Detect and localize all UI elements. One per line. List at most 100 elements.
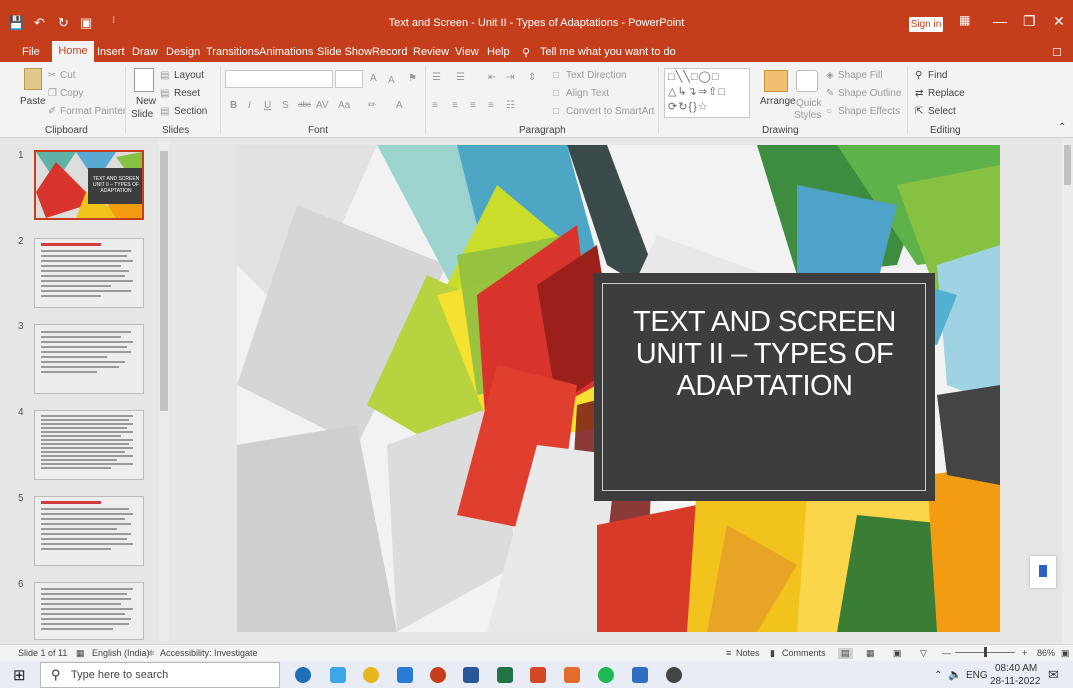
copy-button[interactable]: Copy xyxy=(60,88,83,99)
zoom-out-button[interactable]: — xyxy=(942,648,951,658)
line-spacing-icon[interactable]: ⇕ xyxy=(528,72,536,83)
underline-button[interactable]: U xyxy=(264,100,271,111)
chrome-icon[interactable] xyxy=(363,667,379,683)
zoom-in-button[interactable]: + xyxy=(1022,648,1027,658)
new-slide-icon[interactable] xyxy=(134,68,154,92)
replace-button[interactable]: Replace xyxy=(928,88,965,99)
slide-title[interactable]: TEXT AND SCREEN UNIT II – TYPES OF ADAPT… xyxy=(594,306,935,402)
office-icon[interactable] xyxy=(530,667,546,683)
find-button[interactable]: Find xyxy=(928,70,947,81)
section-button[interactable]: Section xyxy=(174,106,207,117)
format-painter-button[interactable]: Format Painter xyxy=(60,106,126,117)
slide-scrollbar-thumb[interactable] xyxy=(1064,145,1071,185)
cortana-icon[interactable] xyxy=(295,667,311,683)
clock-time[interactable]: 08:40 AM xyxy=(995,663,1037,674)
quick-styles-button[interactable]: Quick xyxy=(796,98,822,109)
cut-button[interactable]: Cut xyxy=(60,70,76,81)
tab-slide-show[interactable]: Slide Show xyxy=(317,46,372,58)
italic-button[interactable]: I xyxy=(248,100,251,111)
grow-font-button[interactable]: A xyxy=(370,73,377,84)
powerpoint-icon[interactable] xyxy=(430,667,446,683)
shape-fill-button[interactable]: Shape Fill xyxy=(838,70,882,81)
thumbnail-slide-3[interactable] xyxy=(34,324,144,394)
shape-effects-button[interactable]: Shape Effects xyxy=(838,106,900,117)
photos-icon[interactable] xyxy=(632,667,648,683)
tab-home[interactable]: Home xyxy=(52,41,94,62)
tab-record[interactable]: Record xyxy=(372,46,407,58)
new-slide-button[interactable]: New xyxy=(136,96,156,107)
zoom-level[interactable]: 86% xyxy=(1037,648,1055,658)
change-case-button[interactable]: Aa xyxy=(338,100,350,111)
layout-button[interactable]: Layout xyxy=(174,70,204,81)
comments-icon[interactable]: ☐ xyxy=(1052,46,1062,59)
arrange-button[interactable]: Arrange xyxy=(760,96,796,107)
comments-button[interactable]: Comments xyxy=(782,648,826,658)
minimize-icon[interactable]: — xyxy=(993,13,1007,29)
zoom-slider-handle[interactable] xyxy=(984,647,987,657)
files-icon[interactable] xyxy=(564,667,580,683)
reading-view-icon[interactable]: ▣ xyxy=(893,648,902,659)
tab-animations[interactable]: Animations xyxy=(259,46,313,58)
tab-transitions[interactable]: Transitions xyxy=(206,46,259,58)
align-center-icon[interactable]: ≡ xyxy=(452,100,458,111)
camera-icon[interactable] xyxy=(397,667,413,683)
normal-view-icon[interactable]: ▤ xyxy=(838,648,853,659)
slideshow-view-icon[interactable]: ▽ xyxy=(920,648,927,659)
notification-icon[interactable]: ✉ xyxy=(1048,667,1059,683)
thumbnail-slide-4[interactable] xyxy=(34,410,144,480)
text-direction-button[interactable]: Text Direction xyxy=(566,70,627,81)
quick-styles-button-2[interactable]: Styles xyxy=(794,110,821,121)
justify-icon[interactable]: ≡ xyxy=(488,100,494,111)
shadow-button[interactable]: S xyxy=(282,100,289,111)
indent-icon[interactable]: ⇤ xyxy=(488,72,496,83)
select-button[interactable]: Select xyxy=(928,106,956,117)
font-color-icon[interactable]: A xyxy=(396,100,403,111)
paste-icon[interactable] xyxy=(24,68,42,90)
align-right-icon[interactable]: ≡ xyxy=(470,100,476,111)
spell-check-icon[interactable]: ▦ xyxy=(76,648,85,659)
search-input[interactable]: Type here to search xyxy=(71,669,168,681)
highlight-icon[interactable]: ✏ xyxy=(368,100,376,111)
new-slide-button-2[interactable]: Slide xyxy=(131,109,153,120)
font-size-dropdown[interactable] xyxy=(335,70,363,88)
tab-help[interactable]: Help xyxy=(487,46,510,58)
clock-date[interactable]: 28-11-2022 xyxy=(990,676,1040,687)
align-text-button[interactable]: Align Text xyxy=(566,88,609,99)
bookmark-button[interactable] xyxy=(1030,556,1056,588)
font-name-dropdown[interactable] xyxy=(225,70,333,88)
thumbnail-scrollbar-thumb[interactable] xyxy=(160,151,168,411)
fit-slide-icon[interactable]: ▣ xyxy=(1061,648,1070,659)
bullets-icon[interactable]: ☰ xyxy=(432,72,441,83)
thumbnail-slide-1[interactable]: TEXT AND SCREEN UNIT II – TYPES OF ADAPT… xyxy=(34,150,144,220)
arrange-icon[interactable] xyxy=(764,70,788,92)
thumbnail-scrollbar[interactable] xyxy=(159,141,169,641)
shapes-gallery[interactable]: □╲╲□◯□ △↳↴⇒⇧□ ⟳↻{}☆ xyxy=(664,68,750,118)
paste-button[interactable]: Paste xyxy=(20,96,46,107)
tray-chevron-icon[interactable]: ⌃ xyxy=(934,670,942,681)
accessibility-status[interactable]: Accessibility: Investigate xyxy=(160,648,258,658)
numbering-icon[interactable]: ☰ xyxy=(456,72,465,83)
columns-icon[interactable]: ☷ xyxy=(506,100,515,111)
spotify-icon[interactable] xyxy=(598,667,614,683)
slide-scrollbar[interactable] xyxy=(1062,139,1073,644)
ribbon-display-icon[interactable]: ▦ xyxy=(959,13,970,27)
thumbnail-slide-6[interactable] xyxy=(34,582,144,640)
spacing-icon[interactable]: AV xyxy=(316,100,329,111)
thumbnail-slide-2[interactable] xyxy=(34,238,144,308)
tab-review[interactable]: Review xyxy=(413,46,449,58)
tab-insert[interactable]: Insert xyxy=(97,46,125,58)
close-icon[interactable]: ✕ xyxy=(1053,13,1065,30)
volume-icon[interactable]: 🔈 xyxy=(948,668,962,681)
app-icon[interactable] xyxy=(666,667,682,683)
shrink-font-button[interactable]: A xyxy=(388,75,395,86)
language-indicator[interactable]: English (India) xyxy=(92,648,150,658)
shape-outline-button[interactable]: Shape Outline xyxy=(838,88,901,99)
language-tray[interactable]: ENG xyxy=(966,670,988,681)
strikethrough-icon[interactable]: abc xyxy=(298,100,311,109)
thumbnail-slide-5[interactable] xyxy=(34,496,144,566)
word-icon[interactable] xyxy=(463,667,479,683)
align-left-icon[interactable]: ≡ xyxy=(432,100,438,111)
convert-smartart-button[interactable]: Convert to SmartArt xyxy=(566,106,654,117)
clear-format-icon[interactable]: ⚑ xyxy=(408,73,417,84)
tab-file[interactable]: File xyxy=(22,46,40,58)
